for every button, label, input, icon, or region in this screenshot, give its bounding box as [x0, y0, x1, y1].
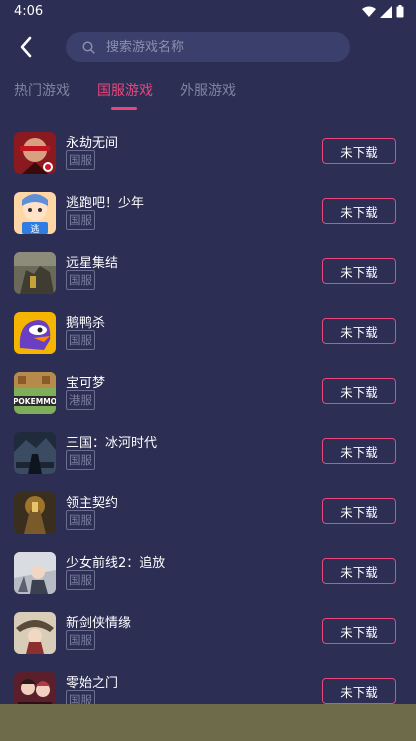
list-item[interactable]: 鹅鸭杀 国服 未下载	[0, 302, 416, 362]
game-name: 三国：冰河时代	[66, 436, 158, 451]
list-item[interactable]: 三国：冰河时代 国服 未下载	[0, 422, 416, 482]
game-name: 新剑侠情缘	[66, 616, 132, 631]
wifi-icon	[362, 6, 376, 17]
bottom-overlay-bar	[0, 704, 416, 741]
back-button[interactable]	[12, 31, 40, 63]
game-icon	[14, 492, 56, 534]
region-badge: 港服	[66, 390, 95, 410]
search-box[interactable]	[66, 32, 350, 62]
game-name: 领主契约	[66, 496, 119, 511]
game-icon: 逃	[14, 192, 56, 234]
game-name: 零始之门	[66, 676, 119, 691]
download-button[interactable]: 未下载	[322, 618, 396, 644]
back-arrow-icon	[20, 36, 32, 58]
list-item[interactable]: 新剑侠情缘 国服 未下载	[0, 602, 416, 662]
download-button[interactable]: 未下载	[322, 138, 396, 164]
region-badge: 国服	[66, 630, 95, 650]
game-icon-caption: POKEMMO	[14, 397, 56, 406]
search-icon	[82, 40, 96, 54]
game-name: 宝可梦	[66, 376, 106, 391]
active-tab-indicator	[111, 107, 137, 110]
signal-icon	[380, 5, 392, 18]
tab-domestic-games[interactable]: 国服游戏	[97, 80, 153, 100]
game-icon-caption: 逃	[30, 223, 39, 234]
region-badge: 国服	[66, 150, 95, 170]
download-button[interactable]: 未下载	[322, 678, 396, 704]
status-bar: 4:06	[0, 0, 416, 24]
download-button[interactable]: 未下载	[322, 318, 396, 344]
region-badge: 国服	[66, 570, 95, 590]
game-name: 逃跑吧！少年	[66, 196, 145, 211]
region-badge: 国服	[66, 330, 95, 350]
game-icon	[14, 432, 56, 474]
tab-overseas-games[interactable]: 外服游戏	[180, 80, 236, 100]
region-badge: 国服	[66, 450, 95, 470]
list-item[interactable]: 远星集结 国服 未下载	[0, 242, 416, 302]
list-item[interactable]: 领主契约 国服 未下载	[0, 482, 416, 542]
list-item[interactable]: POKEMMO 宝可梦 港服 未下载	[0, 362, 416, 422]
status-icons	[362, 5, 404, 18]
top-bar	[0, 28, 416, 66]
search-input[interactable]	[104, 38, 338, 56]
tab-hot-games[interactable]: 热门游戏	[14, 80, 70, 100]
list-item[interactable]: 永劫无间 国服 未下载	[0, 122, 416, 182]
region-badge: 国服	[66, 270, 95, 290]
download-button[interactable]: 未下载	[322, 378, 396, 404]
status-time: 4:06	[14, 4, 44, 19]
download-button[interactable]: 未下载	[322, 258, 396, 284]
game-name: 永劫无间	[66, 136, 119, 151]
list-item[interactable]: 逃 逃跑吧！少年 国服 未下载	[0, 182, 416, 242]
download-button[interactable]: 未下载	[322, 498, 396, 524]
category-tabs: 热门游戏 国服游戏 外服游戏	[0, 80, 416, 112]
game-icon	[14, 612, 56, 654]
game-name: 少女前线2：追放	[66, 556, 166, 571]
battery-icon	[396, 5, 404, 18]
download-button[interactable]: 未下载	[322, 558, 396, 584]
download-button[interactable]: 未下载	[322, 438, 396, 464]
list-item[interactable]: 少女前线2：追放 国服 未下载	[0, 542, 416, 602]
game-icon	[14, 252, 56, 294]
download-button[interactable]: 未下载	[322, 198, 396, 224]
region-badge: 国服	[66, 510, 95, 530]
game-name: 远星集结	[66, 256, 119, 271]
game-icon	[14, 312, 56, 354]
game-icon	[14, 552, 56, 594]
region-badge: 国服	[66, 210, 95, 230]
game-icon	[14, 132, 56, 174]
game-icon: POKEMMO	[14, 372, 56, 414]
game-name: 鹅鸭杀	[66, 316, 106, 331]
